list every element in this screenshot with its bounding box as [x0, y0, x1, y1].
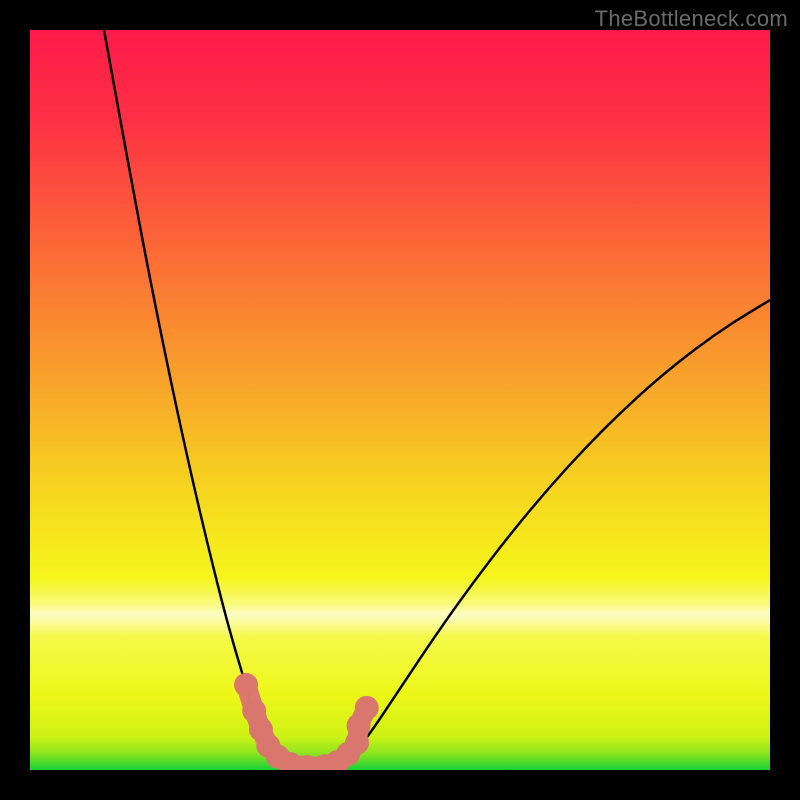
chart-plot-area: [30, 30, 770, 770]
chart-frame: TheBottleneck.com: [0, 0, 800, 800]
marker-dot: [234, 673, 258, 697]
watermark-text: TheBottleneck.com: [595, 6, 788, 32]
chart-curve-layer: [30, 30, 770, 770]
bottleneck-curve: [104, 30, 770, 767]
marker-dot: [355, 696, 379, 720]
